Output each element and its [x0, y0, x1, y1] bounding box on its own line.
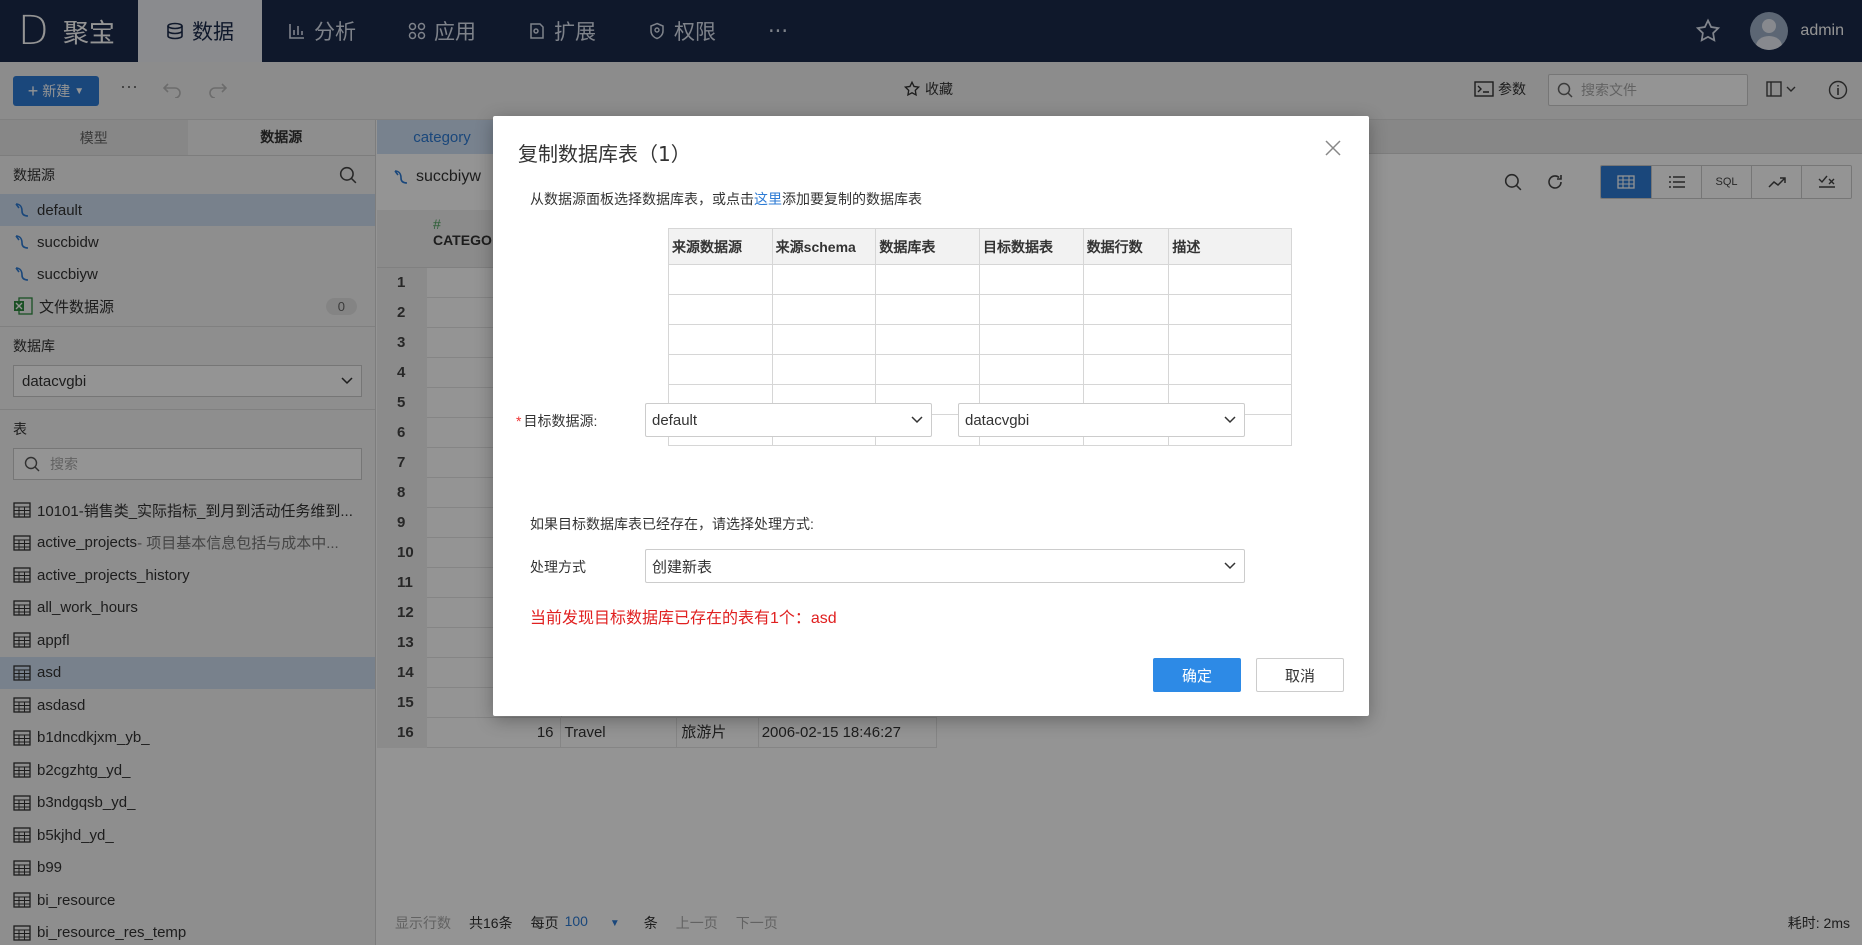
existing-table-warning: 当前发现目标数据库已存在的表有1个：asd — [530, 610, 837, 627]
hint-text-after: 添加要复制的数据库表 — [782, 191, 922, 207]
dialog-title: 复制数据库表（1） — [518, 142, 691, 166]
copy-table-cell — [1084, 295, 1170, 324]
copy-table-cell — [773, 265, 877, 294]
copy-table-cell — [773, 295, 877, 324]
copy-table-row — [669, 355, 1291, 385]
add-table-link[interactable]: 这里 — [754, 191, 782, 207]
column-header: 描述 — [1172, 238, 1201, 255]
copy-table-cell — [1169, 295, 1291, 324]
copy-table-header: 来源数据源 来源schema 数据库表 目标数据表 数据行数 描述 — [669, 229, 1291, 265]
copy-table-row — [669, 295, 1291, 325]
copy-table-cell — [876, 295, 981, 324]
column-header: 数据库表 — [876, 229, 981, 264]
dialog-hint: 从数据源面板选择数据库表，或点击这里添加要复制的数据库表 — [530, 189, 922, 209]
target-datasource-select[interactable]: default — [645, 403, 932, 437]
copy-table-cell — [669, 265, 773, 294]
cancel-button[interactable]: 取消 — [1256, 658, 1344, 692]
mode-value: 创建新表 — [652, 558, 713, 576]
copy-table-cell — [1084, 325, 1170, 354]
copy-table-cell — [1169, 265, 1291, 294]
copy-table-cell — [876, 355, 981, 384]
hint-text-before: 从数据源面板选择数据库表，或点击 — [530, 191, 754, 207]
target-database-select[interactable]: datacvgbi — [958, 403, 1245, 437]
column-header: 目标数据表 — [980, 229, 1084, 264]
exists-prompt: 如果目标数据库表已经存在，请选择处理方式: — [530, 516, 814, 532]
copy-table-cell — [773, 325, 877, 354]
mode-label: 处理方式 — [530, 559, 586, 575]
target-datasource-value: default — [652, 411, 698, 429]
target-label-text: 目标数据源: — [523, 413, 598, 429]
column-header: 来源数据源 — [669, 229, 773, 264]
ok-button[interactable]: 确定 — [1153, 658, 1241, 692]
copy-table-cell — [980, 355, 1084, 384]
copy-table-cell — [1169, 325, 1291, 354]
copy-table-cell — [1169, 355, 1291, 384]
copy-table-cell — [669, 325, 773, 354]
target-datasource-label: * 目标数据源: — [516, 411, 597, 431]
copy-table-cell — [876, 325, 981, 354]
column-header: 来源schema — [773, 229, 877, 264]
copy-table-cell — [1084, 265, 1170, 294]
target-database-value: datacvgbi — [965, 411, 1030, 429]
copy-table-cell — [980, 265, 1084, 294]
close-icon[interactable] — [1323, 138, 1343, 158]
chevron-down-icon — [1224, 562, 1236, 570]
copy-table-row — [669, 325, 1291, 355]
chevron-down-icon — [1224, 416, 1236, 424]
copy-table-cell — [773, 355, 877, 384]
copy-table-dialog: 复制数据库表（1） 从数据源面板选择数据库表，或点击这里添加要复制的数据库表 来… — [493, 116, 1369, 716]
copy-table-cell — [1084, 355, 1170, 384]
copy-table-cell — [669, 355, 773, 384]
mode-select[interactable]: 创建新表 — [645, 549, 1245, 583]
chevron-down-icon — [911, 416, 923, 424]
copy-table-cell — [980, 325, 1084, 354]
copy-table-cell — [980, 295, 1084, 324]
copy-table-row — [669, 265, 1291, 295]
copy-table-cell — [669, 295, 773, 324]
copy-table-cell — [876, 265, 981, 294]
required-mark: * — [516, 413, 522, 429]
column-header: 数据行数 — [1084, 229, 1170, 264]
